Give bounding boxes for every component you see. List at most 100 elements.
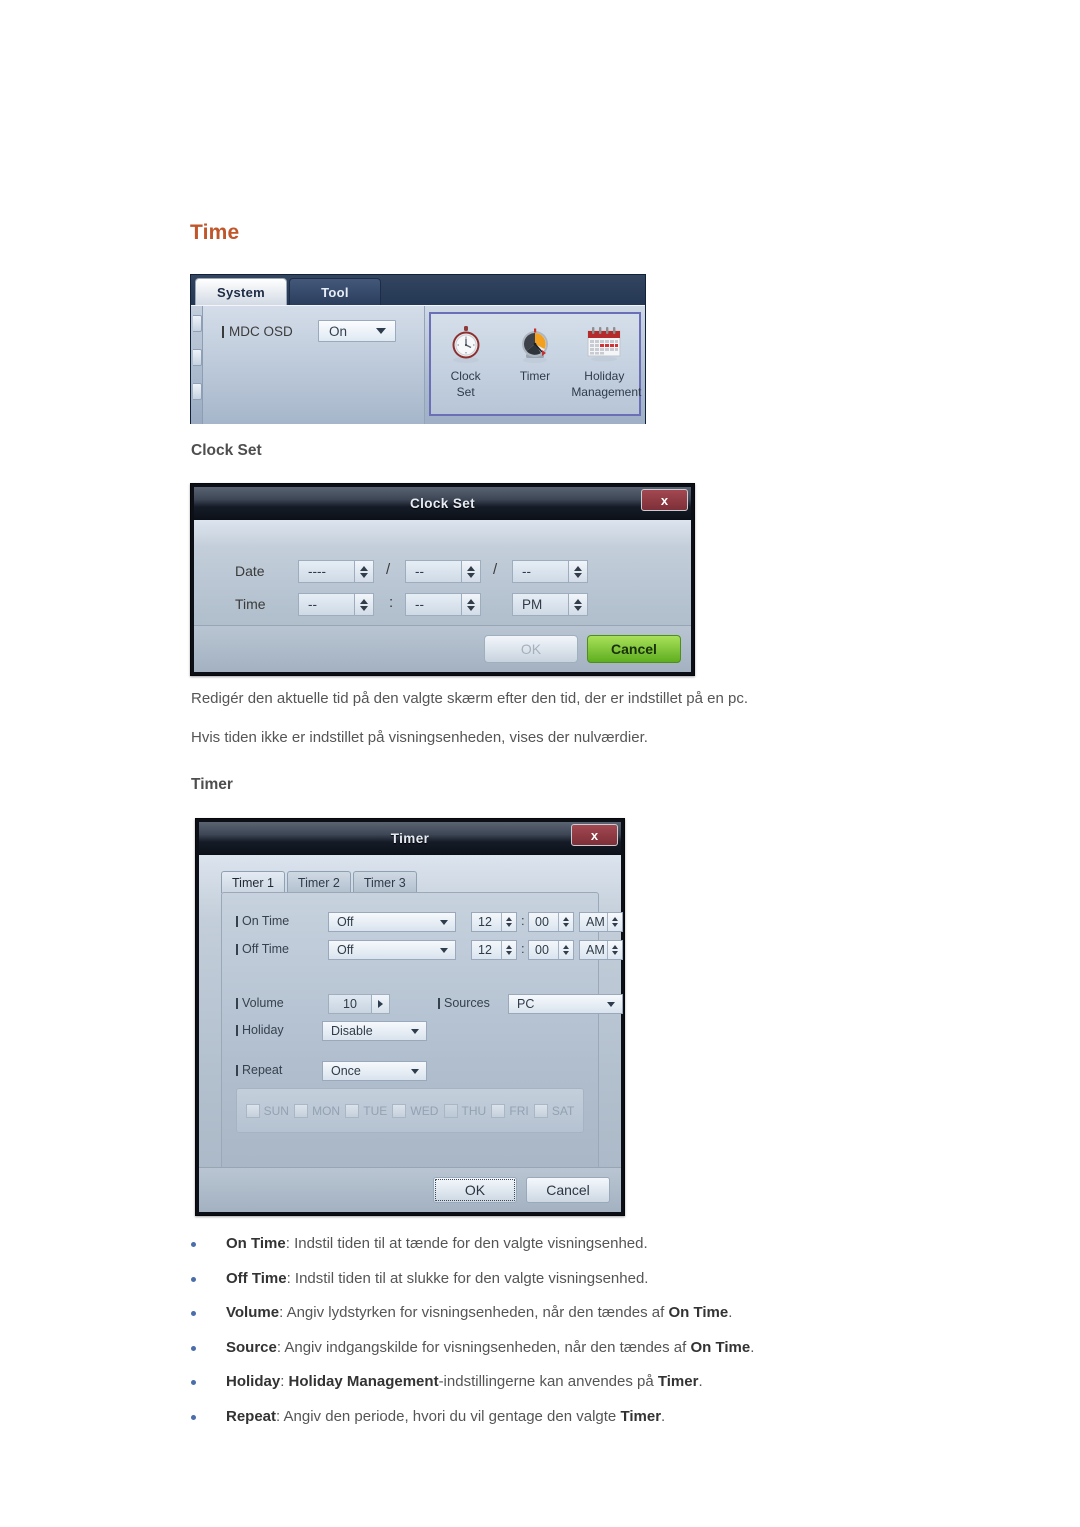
tab-timer-2[interactable]: Timer 2 [286,871,351,893]
day-checkbox-tue[interactable]: TUE [345,1103,387,1118]
chevron-down-icon [376,328,386,334]
rail-stub-3[interactable] [193,383,202,400]
time-minute-spinner[interactable]: -- [405,593,481,616]
timer-cancel-button[interactable]: Cancel [526,1177,610,1203]
spinner-arrows-icon[interactable] [558,913,573,931]
off-time-mode-dropdown[interactable]: Off [328,940,456,960]
bullet-text: : Indstil tiden til at tænde for den val… [285,1235,648,1252]
close-icon[interactable]: x [641,489,688,511]
day-label-sat: SAT [551,1103,575,1118]
clock-set-ok-button[interactable]: OK [484,635,578,663]
mdc-osd-value: On [329,323,348,339]
time-minute-value: -- [415,597,424,612]
bullet-term: Holiday [226,1373,281,1390]
spinner-arrows-icon[interactable] [568,561,587,582]
settings-area: MDC OSD On [203,306,425,424]
on-time-label-text: On Time [242,914,290,928]
spinner-arrows-icon[interactable] [501,941,516,959]
repeat-dropdown[interactable]: Once [322,1061,427,1081]
time-icon-strip: Clock Set Timer Holiday Management [429,312,641,416]
icon-label-holiday-1: Holiday [584,369,625,383]
holiday-dropdown[interactable]: Disable [322,1021,427,1041]
mdc-osd-dropdown[interactable]: On [318,320,396,342]
tab-timer-1[interactable]: Timer 1 [221,871,285,893]
chevron-down-icon [411,1028,419,1034]
clock-set-cancel-button[interactable]: Cancel [587,635,681,663]
on-time-meridiem-spinner[interactable]: AM [579,912,623,932]
tab-tool[interactable]: Tool [289,278,381,305]
checkbox-icon[interactable] [443,1103,458,1118]
sources-label-text: Sources [444,996,490,1010]
bullet-text: : Angiv indgangskilde for visningsenhede… [276,1338,691,1356]
bullet-tail: . [661,1407,666,1425]
off-time-label-text: Off Time [242,942,290,956]
bullet-term-2: Timer [620,1407,662,1425]
rail-stub-2[interactable] [193,349,202,366]
date-separator-2: / [493,561,498,578]
checkbox-icon[interactable] [294,1103,309,1118]
off-time-meridiem-spinner[interactable]: AM [579,940,623,960]
close-icon[interactable]: x [571,824,618,846]
spinner-arrows-icon[interactable] [607,941,622,959]
on-time-minute-spinner[interactable]: 00 [528,912,574,932]
mdc-osd-label-text: MDC OSD [229,324,293,339]
date-month-spinner[interactable]: -- [405,560,481,583]
timer-dialog-title: Timer [390,831,430,846]
spinner-arrows-icon[interactable] [461,594,480,615]
volume-stepper[interactable]: 10 [328,994,390,1014]
day-checkbox-sat[interactable]: SAT [533,1103,575,1118]
day-checkbox-mon[interactable]: MON [294,1103,340,1118]
icon-label-timer-1: Timer [519,369,551,383]
label-marker-icon [438,997,440,1009]
spinner-arrows-icon[interactable] [354,594,373,615]
checkbox-icon[interactable] [392,1103,407,1118]
spinner-arrows-icon[interactable] [607,913,622,931]
rail-stub-1[interactable] [193,315,202,332]
spinner-arrows-icon[interactable] [558,941,573,959]
icon-button-clock-set[interactable]: Clock Set [433,321,499,399]
spinner-arrows-icon[interactable] [501,913,516,931]
on-time-meridiem-value: AM [586,915,605,929]
off-time-minute-spinner[interactable]: 00 [528,940,574,960]
day-checkbox-sun[interactable]: SUN [245,1103,289,1118]
off-time-hour-value: 12 [478,943,492,957]
day-label-fri: FRI [509,1103,529,1118]
list-item: Volume: Angiv lydstyrken for visningsenh… [186,1302,986,1324]
checkbox-icon[interactable] [245,1103,260,1118]
checkbox-icon[interactable] [533,1103,548,1118]
chevron-right-icon[interactable] [371,995,389,1013]
spinner-arrows-icon[interactable] [354,561,373,582]
label-marker-icon [236,915,238,927]
spinner-arrows-icon[interactable] [568,594,587,615]
time-label: Time [235,596,266,612]
timer-tab-strip: Timer 1 Timer 2 Timer 3 [221,871,419,893]
tab-system[interactable]: System [195,278,287,305]
list-item: Off Time: Indstil tiden til at slukke fo… [186,1268,986,1290]
bullet-icon [191,1311,196,1316]
icon-button-timer[interactable]: Timer [502,321,568,386]
timer-ok-button[interactable]: OK [433,1177,517,1203]
clock-icon [433,321,499,367]
repeat-value: Once [331,1064,361,1078]
on-time-hour-spinner[interactable]: 12 [471,912,517,932]
checkbox-icon[interactable] [345,1103,360,1118]
date-year-spinner[interactable]: ---- [298,560,374,583]
off-time-label: Off Time [236,942,289,956]
icon-button-holiday-management[interactable]: Holiday Management [571,321,641,399]
day-checkbox-thu[interactable]: THU [443,1103,486,1118]
spinner-arrows-icon[interactable] [461,561,480,582]
day-checkbox-fri[interactable]: FRI [491,1103,529,1118]
time-meridiem-spinner[interactable]: PM [512,593,588,616]
day-checkbox-wed[interactable]: WED [392,1103,438,1118]
sources-dropdown[interactable]: PC [508,994,623,1014]
off-time-hour-spinner[interactable]: 12 [471,940,517,960]
paragraph-1: Redigér den aktuelle tid på den valgte s… [191,690,748,707]
tab-timer-3[interactable]: Timer 3 [352,871,417,893]
on-time-mode-dropdown[interactable]: Off [328,912,456,932]
clock-set-titlebar: Clock Set x [194,487,691,520]
date-day-spinner[interactable]: -- [512,560,588,583]
time-hour-spinner[interactable]: -- [298,593,374,616]
left-rail [191,306,203,424]
checkbox-icon[interactable] [491,1103,506,1118]
timer-footer: OK Cancel [199,1167,621,1212]
